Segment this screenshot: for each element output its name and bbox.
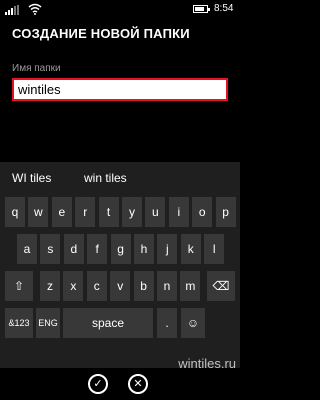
space-key[interactable]: space — [63, 308, 153, 338]
signal-icon — [5, 5, 19, 15]
period-key[interactable]: . — [157, 308, 177, 338]
key-j[interactable]: j — [157, 234, 178, 264]
key-r[interactable]: r — [75, 197, 96, 227]
key-a[interactable]: a — [17, 234, 37, 264]
folder-name-input[interactable] — [12, 78, 228, 101]
key-k[interactable]: k — [180, 234, 201, 264]
key-w[interactable]: w — [28, 197, 49, 227]
key-i[interactable]: i — [168, 197, 189, 227]
key-u[interactable]: u — [145, 197, 166, 227]
key-p[interactable]: p — [215, 197, 236, 227]
key-e[interactable]: e — [51, 197, 72, 227]
key-t[interactable]: t — [98, 197, 119, 227]
key-m[interactable]: m — [180, 271, 201, 301]
wifi-icon — [28, 3, 42, 15]
battery-icon — [193, 5, 210, 13]
suggestion-item[interactable]: WI tiles — [12, 171, 51, 185]
backspace-key[interactable]: ⌫ — [207, 271, 235, 301]
key-b[interactable]: b — [133, 271, 154, 301]
key-v[interactable]: v — [110, 271, 131, 301]
key-c[interactable]: c — [86, 271, 107, 301]
key-q[interactable]: q — [5, 197, 25, 227]
key-d[interactable]: d — [63, 234, 84, 264]
folder-name-label: Имя папки — [12, 63, 61, 74]
cancel-button[interactable]: ✕ — [128, 374, 148, 394]
key-y[interactable]: y — [122, 197, 142, 227]
symbols-key[interactable]: &123 — [5, 308, 33, 338]
app-bar: ✓ ✕ — [0, 368, 240, 400]
key-g[interactable]: g — [110, 234, 131, 264]
shift-key[interactable]: ⇧ — [5, 271, 33, 301]
emoji-key[interactable]: ☺ — [181, 308, 205, 338]
suggestion-item[interactable]: win tiles — [84, 171, 127, 185]
key-o[interactable]: o — [192, 197, 213, 227]
status-time: 8:54 — [214, 3, 234, 14]
key-f[interactable]: f — [87, 234, 108, 264]
language-key[interactable]: ENG — [36, 308, 60, 338]
key-s[interactable]: s — [40, 234, 61, 264]
status-bar: 8:54 — [0, 0, 240, 18]
key-x[interactable]: x — [63, 271, 84, 301]
key-h[interactable]: h — [134, 234, 154, 264]
key-n[interactable]: n — [157, 271, 177, 301]
accept-button[interactable]: ✓ — [88, 374, 108, 394]
page-title: СОЗДАНИЕ НОВОЙ ПАПКИ — [12, 26, 190, 41]
key-l[interactable]: l — [204, 234, 225, 264]
key-z[interactable]: z — [40, 271, 60, 301]
suggestion-bar: WI tiles win tiles — [0, 162, 240, 196]
watermark: wintiles.ru — [178, 356, 236, 371]
